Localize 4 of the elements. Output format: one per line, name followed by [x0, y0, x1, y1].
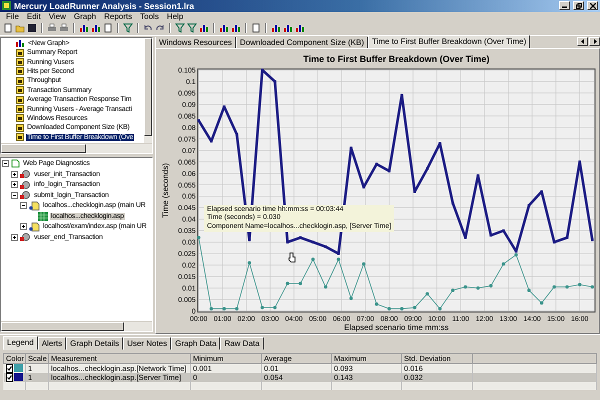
axis-title: Time (seconds): [161, 162, 170, 218]
axis-title: Elapsed scenario time mm:ss: [344, 322, 449, 332]
window-title: Mercury LoadRunner Analysis - Session1.lra: [14, 0, 196, 11]
chart-title: Time to First Buffer Breakdown (Over Time): [303, 54, 490, 64]
